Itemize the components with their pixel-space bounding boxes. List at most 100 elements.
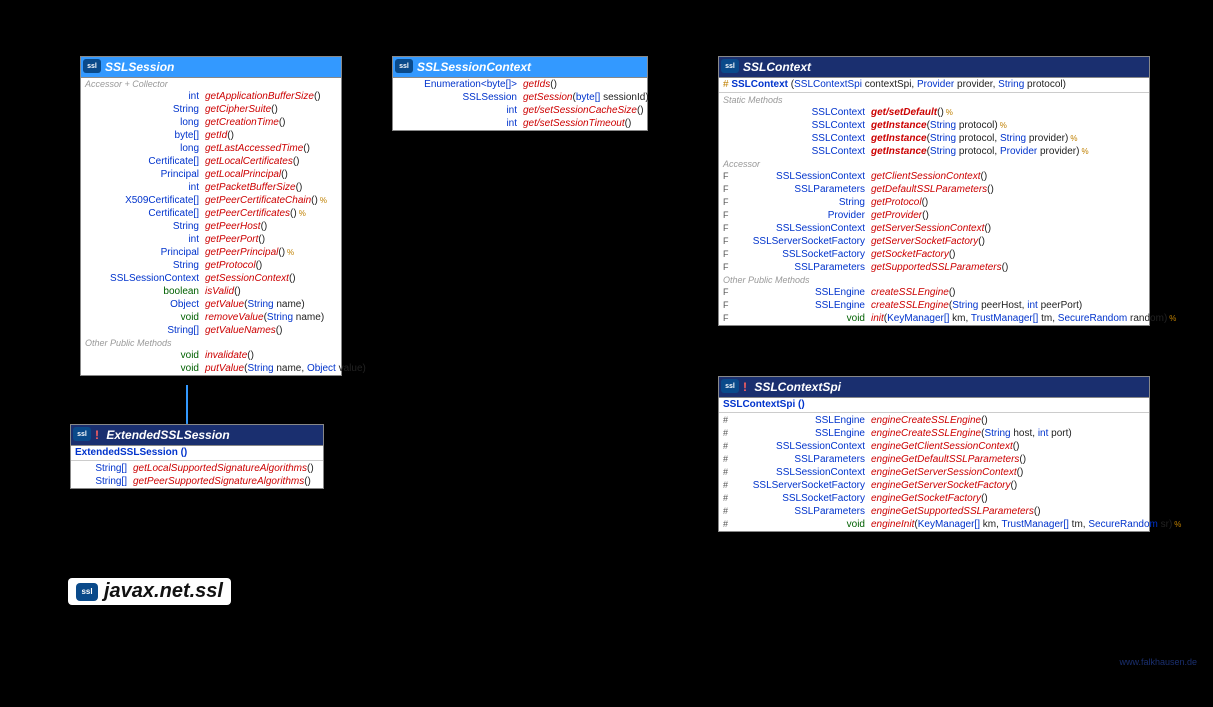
method-name: getValueNames	[205, 324, 276, 337]
modifier	[85, 155, 97, 168]
method-row: #SSLEngineengineCreateSSLEngine (String …	[719, 427, 1149, 440]
modifier	[85, 142, 97, 155]
method-row: voidputValue (String name, Object value)	[81, 362, 341, 375]
package-icon: ssl	[76, 583, 98, 601]
method-name: init	[871, 312, 884, 325]
abstract-marker: !	[95, 428, 99, 442]
throws-flag: %	[1000, 119, 1007, 132]
class-box-sslsessioncontext: ssl SSLSessionContext Enumeration<byte[]…	[392, 56, 648, 131]
class-icon: ssl	[721, 379, 739, 393]
return-type: SSLSocketFactory	[735, 248, 871, 261]
class-header: ssl ! ExtendedSSLSession	[71, 425, 323, 446]
return-type: int	[97, 233, 205, 246]
method-row: intgetPeerPort ()	[81, 233, 341, 246]
return-type: SSLContext	[735, 119, 871, 132]
modifier: F	[723, 248, 735, 261]
modifier	[723, 132, 735, 145]
method-params: ()	[256, 259, 263, 272]
return-type: Certificate[]	[97, 207, 205, 220]
method-row: SSLContextgetInstance (String protocol, …	[719, 132, 1149, 145]
method-params: ()	[1002, 261, 1009, 274]
modifier: #	[723, 492, 735, 505]
method-row: FSSLSessionContextgetClientSessionContex…	[719, 170, 1149, 183]
modifier: #	[723, 505, 735, 518]
class-title: SSLContextSpi	[754, 380, 841, 394]
method-name: createSSLEngine	[871, 299, 949, 312]
modifier	[85, 298, 97, 311]
method-name: putValue	[205, 362, 244, 375]
section-label: Accessor + Collector	[81, 78, 341, 90]
method-params: ()	[289, 272, 296, 285]
method-params: ()	[281, 168, 288, 181]
return-type: Certificate[]	[97, 155, 205, 168]
return-type: void	[97, 349, 205, 362]
modifier: F	[723, 170, 735, 183]
method-name: getLastAccessedTime	[205, 142, 303, 155]
modifier: #	[723, 453, 735, 466]
return-type: String	[97, 259, 205, 272]
section-label: Accessor	[719, 158, 1149, 170]
modifier	[85, 103, 97, 116]
method-row: #SSLParametersengineGetSupportedSSLParam…	[719, 505, 1149, 518]
modifier: F	[723, 196, 735, 209]
method-params: (KeyManager[] km, TrustManager[] tm, Sec…	[884, 312, 1167, 325]
return-type: Principal	[97, 168, 205, 181]
method-params: ()	[1034, 505, 1041, 518]
return-type: int	[409, 104, 523, 117]
modifier	[397, 78, 409, 91]
return-type: SSLSessionContext	[735, 466, 871, 479]
method-name: isValid	[205, 285, 234, 298]
method-row: String[]getValueNames ()	[81, 324, 341, 337]
method-row: PrincipalgetLocalPrincipal ()	[81, 168, 341, 181]
modifier: #	[723, 440, 735, 453]
method-params: ()	[949, 286, 956, 299]
interface-icon: ssl	[83, 59, 101, 73]
method-row: StringgetPeerHost ()	[81, 220, 341, 233]
modifier: F	[723, 209, 735, 222]
return-type: Enumeration<byte[]>	[409, 78, 523, 91]
method-name: getLocalSupportedSignatureAlgorithms	[133, 462, 307, 475]
method-row: byte[]getId ()	[81, 129, 341, 142]
return-type: long	[97, 142, 205, 155]
throws-flag: %	[1070, 132, 1077, 145]
modifier	[85, 349, 97, 362]
method-row: FSSLSessionContextgetServerSessionContex…	[719, 222, 1149, 235]
constructor-row: # SSLContext (SSLContextSpi contextSpi, …	[719, 78, 1149, 91]
method-name: getLocalPrincipal	[205, 168, 281, 181]
method-name: getPeerHost	[205, 220, 261, 233]
method-params: ()	[303, 142, 310, 155]
class-icon: ssl	[721, 59, 739, 73]
method-row: longgetLastAccessedTime ()	[81, 142, 341, 155]
divider	[71, 460, 323, 461]
return-type: byte[]	[97, 129, 205, 142]
method-name: get/setSessionCacheSize	[523, 104, 637, 117]
modifier	[397, 117, 409, 130]
return-type: SSLSessionContext	[735, 440, 871, 453]
method-name: engineGetClientSessionContext	[871, 440, 1013, 453]
method-name: getIds	[523, 78, 550, 91]
method-row: FSSLParametersgetSupportedSSLParameters …	[719, 261, 1149, 274]
return-type: SSLContext	[735, 132, 871, 145]
method-row: StringgetProtocol ()	[81, 259, 341, 272]
method-params: ()	[922, 209, 929, 222]
method-name: getApplicationBufferSize	[205, 90, 314, 103]
method-name: engineGetSupportedSSLParameters	[871, 505, 1034, 518]
method-params: (String host, int port)	[981, 427, 1072, 440]
method-name: engineCreateSSLEngine	[871, 414, 981, 427]
class-icon: ssl	[73, 427, 91, 441]
watermark-link[interactable]: www.falkhausen.de	[1119, 657, 1197, 667]
return-type: Provider	[735, 209, 871, 222]
inheritance-connector	[186, 385, 188, 425]
method-row: FSSLServerSocketFactorygetServerSocketFa…	[719, 235, 1149, 248]
return-type: SSLContext	[735, 145, 871, 158]
modifier: F	[723, 312, 735, 325]
modifier: F	[723, 261, 735, 274]
method-name: getProvider	[871, 209, 922, 222]
modifier: #	[723, 414, 735, 427]
method-name: removeValue	[205, 311, 264, 324]
return-type: SSLEngine	[735, 286, 871, 299]
method-params: ()	[625, 117, 632, 130]
class-header: ssl ! SSLContextSpi	[719, 377, 1149, 398]
return-type: SSLSocketFactory	[735, 492, 871, 505]
return-type: String[]	[87, 475, 133, 488]
